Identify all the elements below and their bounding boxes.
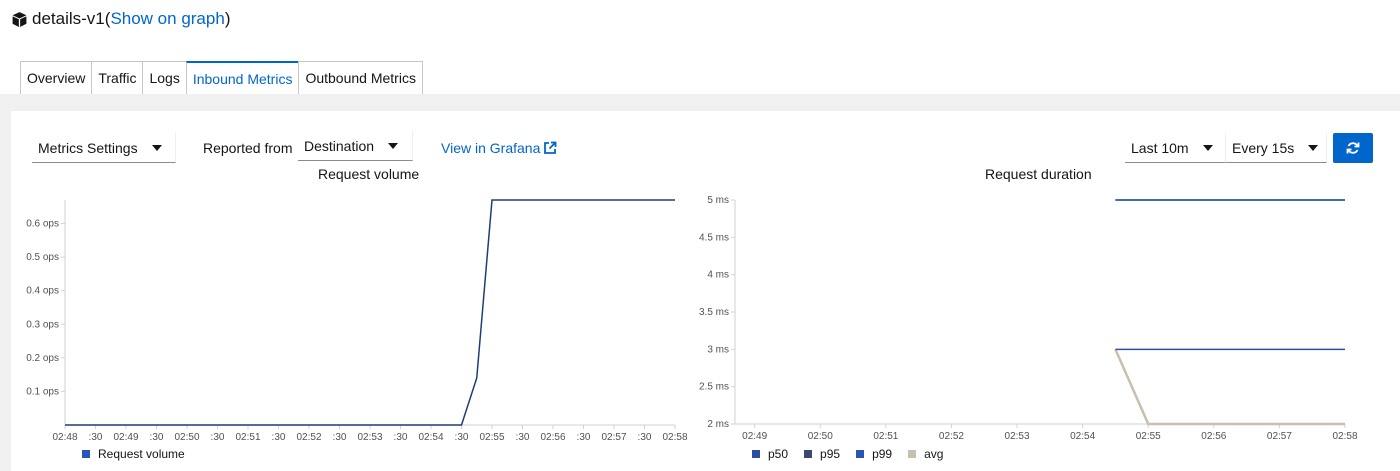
caret-down-icon bbox=[151, 144, 162, 151]
x-tick-label: 02:53 bbox=[1005, 431, 1030, 442]
y-tick-label: 2.5 ms bbox=[699, 382, 729, 393]
caret-down-icon bbox=[388, 142, 399, 149]
x-tick-label: 02:54 bbox=[1070, 431, 1095, 442]
x-tick-label: 02:50 bbox=[808, 431, 833, 442]
x-tick-label: 02:52 bbox=[939, 431, 964, 442]
legend-label-avg: avg bbox=[924, 447, 944, 461]
x-tick-label: 02:50 bbox=[174, 432, 199, 443]
x-tick-label: 02:56 bbox=[1201, 431, 1226, 442]
x-tick-label: 02:58 bbox=[1332, 431, 1357, 442]
x-tick-label: :30 bbox=[638, 432, 652, 443]
request-volume-chart: 0.1 ops 0.2 ops 0.3 ops 0.4 ops 0.5 ops 0.6 o… bbox=[26, 199, 688, 443]
time-range-dropdown[interactable]: Last 10m bbox=[1125, 133, 1226, 163]
x-tick-label: :30 bbox=[577, 432, 591, 443]
x-tick-label: 02:48 bbox=[52, 432, 77, 443]
tab-traffic[interactable]: Traffic bbox=[91, 61, 143, 95]
page-header: details-v1 (Show on graph) bbox=[11, 6, 230, 32]
x-tick-label: :30 bbox=[150, 432, 164, 443]
y-tick-label: 0.1 ops bbox=[26, 386, 59, 397]
request-duration-chart: 2 ms 2.5 ms 3 ms 3.5 ms 4 ms 4.5 ms 5 ms 02:49 0… bbox=[699, 195, 1358, 442]
y-tick-label: 4.5 ms bbox=[699, 232, 729, 243]
page-title: details-v1 bbox=[32, 9, 105, 28]
x-tick-label: :30 bbox=[211, 432, 225, 443]
x-tick-label: 02:54 bbox=[418, 432, 443, 443]
y-tick-label: 4 ms bbox=[707, 270, 729, 281]
x-tick-label: 02:51 bbox=[873, 431, 898, 442]
y-tick-label: 0.6 ops bbox=[26, 219, 59, 230]
y-tick-label: 0.4 ops bbox=[26, 286, 59, 297]
x-tick-label: 02:52 bbox=[296, 432, 321, 443]
legend-swatch-p50 bbox=[752, 450, 760, 458]
time-range-value: Last 10m bbox=[1131, 139, 1189, 156]
refresh-interval-value: Every 15s bbox=[1232, 139, 1295, 156]
tab-bar: Overview Traffic Logs Inbound Metrics Ou… bbox=[20, 61, 423, 95]
refresh-button[interactable] bbox=[1333, 133, 1373, 163]
tab-overview[interactable]: Overview bbox=[20, 61, 92, 95]
x-tick-label: 02:49 bbox=[742, 431, 767, 442]
metrics-settings-label: Metrics Settings bbox=[38, 139, 138, 156]
grafana-link-label: View in Grafana bbox=[441, 140, 541, 156]
reported-from-value: Destination bbox=[304, 137, 375, 154]
x-tick-label: 02:49 bbox=[113, 432, 138, 443]
x-tick-label: 02:58 bbox=[662, 432, 687, 443]
legend-label: Request volume bbox=[98, 447, 185, 461]
y-tick-label: 0.3 ops bbox=[26, 319, 59, 330]
legend-swatch bbox=[82, 450, 90, 458]
legend-label-p50: p50 bbox=[768, 447, 789, 461]
y-tick-label: 3.5 ms bbox=[699, 307, 729, 318]
view-in-grafana-link[interactable]: View in Grafana bbox=[441, 133, 557, 163]
legend-swatch-p99 bbox=[856, 450, 865, 458]
box-icon bbox=[12, 11, 27, 27]
caret-down-icon bbox=[1308, 144, 1319, 151]
y-tick-label: 3 ms bbox=[707, 344, 729, 355]
x-tick-label: 02:55 bbox=[479, 432, 504, 443]
legend-label-p99: p99 bbox=[872, 447, 893, 461]
x-tick-label: :30 bbox=[272, 432, 286, 443]
series-line-avg bbox=[1114, 348, 1345, 426]
external-link-icon bbox=[544, 141, 557, 154]
caret-down-icon bbox=[1202, 144, 1213, 151]
legend-swatch-avg bbox=[908, 450, 917, 458]
refresh-interval-dropdown[interactable]: Every 15s bbox=[1226, 133, 1327, 163]
x-tick-label: 02:53 bbox=[357, 432, 382, 443]
x-tick-label: 02:57 bbox=[601, 432, 626, 443]
y-tick-label: 2 ms bbox=[707, 419, 729, 430]
show-on-graph-link[interactable]: Show on graph bbox=[110, 9, 224, 29]
reported-from-label: Reported from bbox=[203, 140, 293, 156]
legend-swatch-p95 bbox=[804, 450, 813, 458]
refresh-icon bbox=[1346, 142, 1360, 154]
x-tick-label: :30 bbox=[394, 432, 408, 443]
paren-close: ) bbox=[224, 9, 231, 28]
x-tick-label: :30 bbox=[89, 432, 103, 443]
x-tick-label: 02:57 bbox=[1267, 431, 1292, 442]
x-tick-label: :30 bbox=[455, 432, 469, 443]
tab-outbound-metrics[interactable]: Outbound Metrics bbox=[298, 61, 423, 95]
x-tick-label: :30 bbox=[516, 432, 530, 443]
request-duration-legend: p50 p95 p99 avg bbox=[752, 447, 943, 461]
reported-from-dropdown[interactable]: Destination bbox=[298, 131, 413, 161]
request-volume-legend: Request volume bbox=[82, 447, 185, 461]
y-tick-label: 5 ms bbox=[707, 195, 729, 206]
legend-label-p95: p95 bbox=[820, 447, 841, 461]
metrics-settings-dropdown[interactable]: Metrics Settings bbox=[32, 133, 176, 163]
x-tick-label: :30 bbox=[333, 432, 347, 443]
y-tick-label: 0.5 ops bbox=[26, 252, 59, 263]
tab-inbound-metrics[interactable]: Inbound Metrics bbox=[185, 61, 299, 95]
y-tick-label: 0.2 ops bbox=[26, 353, 59, 364]
x-tick-label: 02:56 bbox=[540, 432, 565, 443]
x-tick-label: 02:55 bbox=[1136, 431, 1161, 442]
x-tick-label: 02:51 bbox=[235, 432, 260, 443]
tab-logs[interactable]: Logs bbox=[142, 61, 186, 95]
series-line-request-volume bbox=[65, 199, 675, 426]
